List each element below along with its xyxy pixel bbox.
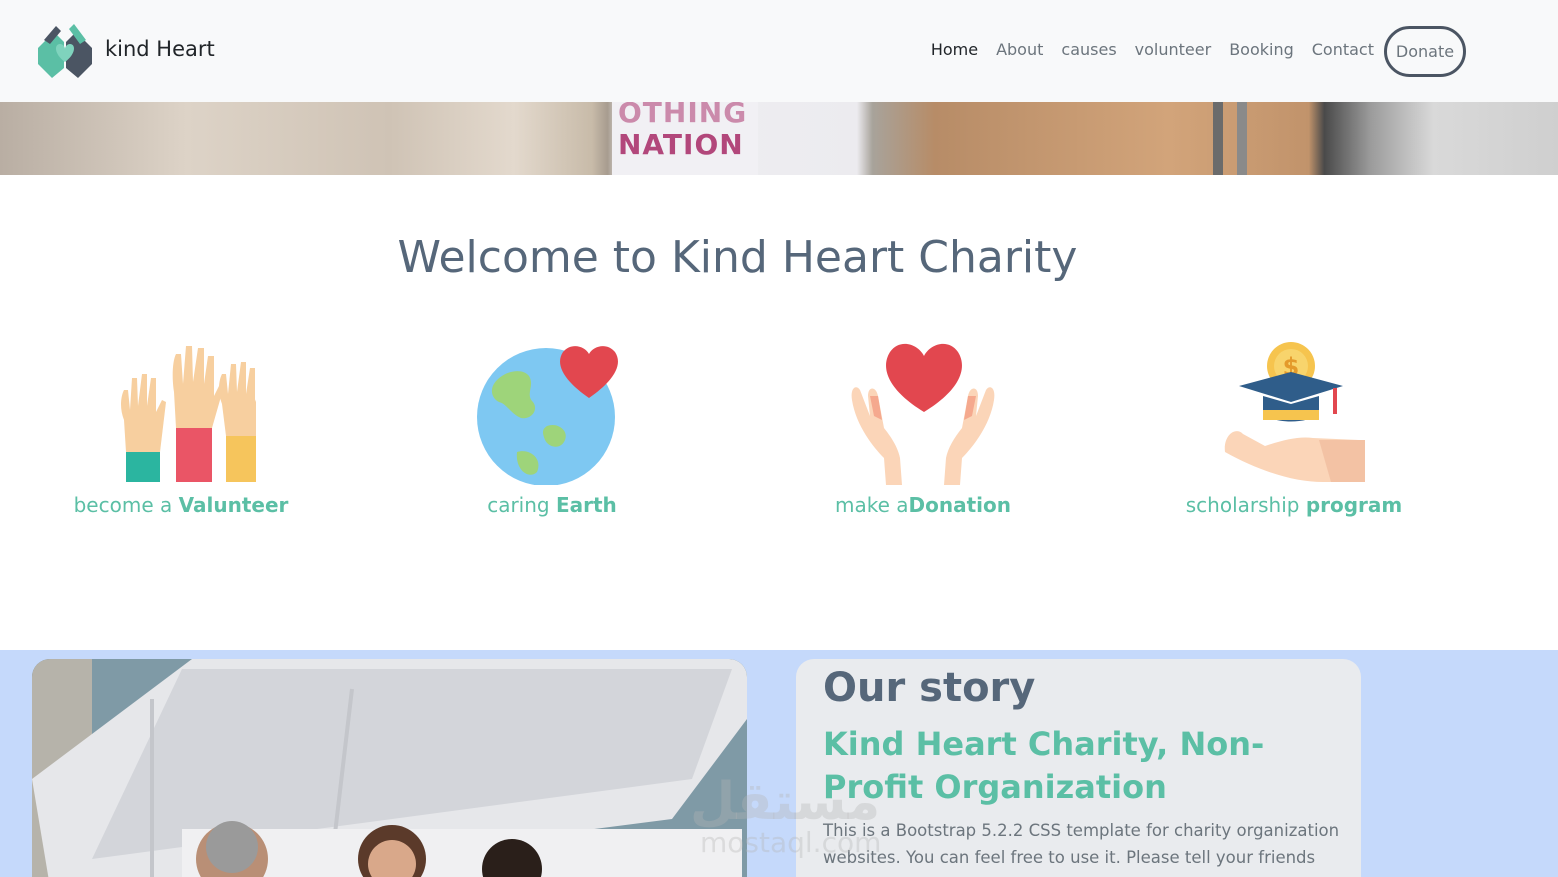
raised-hands-icon — [121, 346, 256, 482]
hero-image: OTHING NATION — [0, 102, 1558, 175]
feature-label-bold: Valunteer — [178, 493, 289, 517]
nav-menu: Home About causes volunteer Booking Cont… — [931, 22, 1466, 77]
feature-earth[interactable]: caring Earth — [397, 340, 707, 517]
feature-label-regular: caring — [487, 493, 556, 517]
hands-heart-icon — [851, 343, 995, 485]
welcome-title: Welcome to Kind Heart Charity — [397, 232, 1078, 283]
story-subtitle: Kind Heart Charity, Non-Profit Organizat… — [823, 725, 1265, 806]
feature-label-donation: make aDonation — [768, 493, 1078, 517]
hero-pole — [1237, 102, 1247, 175]
brand-name: kind Heart — [105, 37, 215, 61]
scholarship-hand-icon: $ — [1224, 342, 1365, 482]
feature-label-regular: make a — [834, 493, 909, 517]
feature-donation[interactable]: make aDonation — [768, 340, 1078, 517]
hands-heart-logo-icon — [38, 24, 92, 78]
watermark-arabic: مستقل — [690, 772, 881, 832]
feature-volunteer[interactable]: become a Valunteer — [26, 340, 336, 517]
feature-label-bold: program — [1305, 493, 1403, 517]
story-text: This is a Bootstrap 5.2.2 CSS template f… — [823, 821, 1340, 867]
feature-label-regular: become a — [73, 493, 179, 517]
top-navbar: kind Heart Home About causes volunteer B… — [0, 0, 1558, 102]
feature-scholarship[interactable]: $ scholarship program — [1139, 340, 1449, 517]
story-photo — [32, 659, 747, 877]
feature-label-scholarship: scholarship program — [1139, 493, 1449, 517]
feature-label-earth: caring Earth — [397, 493, 707, 517]
hero-sign-text-top: OTHING — [618, 102, 748, 129]
brand[interactable]: kind Heart — [34, 18, 215, 80]
hero-sign-text-bottom: NATION — [618, 128, 744, 161]
nav-item-causes[interactable]: causes — [1061, 40, 1116, 59]
feature-label-bold: Earth — [555, 493, 617, 517]
feature-label-regular: scholarship — [1185, 493, 1306, 517]
nav-item-contact[interactable]: Contact — [1312, 40, 1374, 59]
watermark-latin: mostaql.com — [700, 826, 882, 859]
nav-item-booking[interactable]: Booking — [1229, 40, 1294, 59]
donate-button[interactable]: Donate — [1384, 26, 1466, 77]
tent-illustration — [32, 659, 747, 877]
feature-label-bold: Donation — [908, 493, 1011, 517]
story-title: Our story — [823, 665, 1036, 711]
earth-heart-icon — [477, 346, 618, 485]
feature-label-volunteer: become a Valunteer — [26, 493, 336, 517]
nav-item-about[interactable]: About — [996, 40, 1043, 59]
nav-item-volunteer[interactable]: volunteer — [1135, 40, 1212, 59]
hero-pole — [1213, 102, 1223, 175]
nav-item-home[interactable]: Home — [931, 40, 978, 59]
